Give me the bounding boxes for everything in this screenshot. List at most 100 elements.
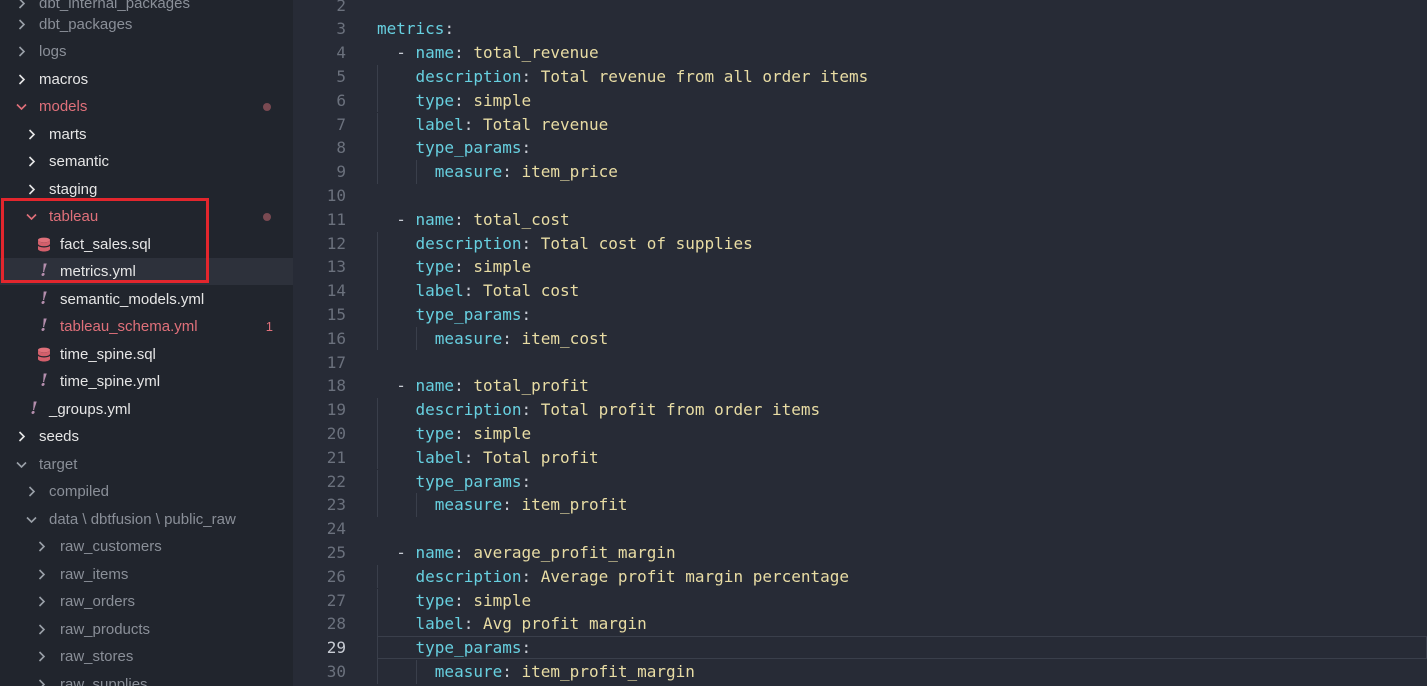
tree-folder-raw-stores[interactable]: raw_stores: [0, 643, 293, 670]
tree-folder-logs[interactable]: logs: [0, 38, 293, 65]
code-editor[interactable]: 2 3 metrics: 4 - name: total_revenue 5 descr…: [293, 0, 1427, 686]
tree-label: tableau_schema.yml: [60, 318, 198, 335]
code-line[interactable]: 2: [293, 0, 1427, 17]
code-line[interactable]: 5 description: Total revenue from all or…: [293, 64, 1427, 89]
tree-folder-dbt-packages[interactable]: dbt_packages: [0, 11, 293, 38]
code-line[interactable]: 30 measure: item_profit_margin: [293, 659, 1427, 684]
tree-folder-marts[interactable]: marts: [0, 121, 293, 148]
code-line[interactable]: 24: [293, 517, 1427, 541]
code-text: label: Total cost: [377, 279, 1427, 303]
yaml-key: measure: [434, 162, 503, 182]
tree-folder-raw-customers[interactable]: raw_customers: [0, 533, 293, 560]
line-number: 2: [336, 0, 346, 15]
code-line[interactable]: 10: [293, 184, 1427, 208]
code-line[interactable]: 9 measure: item_price: [293, 160, 1427, 184]
code-line[interactable]: 17: [293, 351, 1427, 375]
yaml-value: Average profit margin percentage: [540, 566, 850, 586]
yaml-colon: :: [454, 542, 464, 562]
tree-folder-raw-items[interactable]: raw_items: [0, 561, 293, 588]
yaml-value: simple: [473, 423, 532, 443]
code-line[interactable]: 23 measure: item_profit: [293, 493, 1427, 518]
code-line[interactable]: 27 type: simple: [293, 588, 1427, 613]
tree-folder-macros[interactable]: macros: [0, 66, 293, 93]
code-line[interactable]: 11 - name: total_cost: [293, 208, 1427, 232]
modified-indicator-dot: [263, 213, 271, 221]
code-line[interactable]: 21 label: Total profit: [293, 445, 1427, 470]
code-line[interactable]: 8 type_params:: [293, 136, 1427, 161]
tree-folder-raw-products[interactable]: raw_products: [0, 616, 293, 643]
chevron-right-icon: [18, 38, 32, 57]
line-number: 23: [326, 495, 346, 515]
yaml-colon: :: [463, 281, 474, 301]
yaml-key: description: [415, 233, 522, 253]
yaml-key: description: [415, 566, 522, 586]
tree-folder-compiled[interactable]: compiled: [0, 478, 293, 505]
line-number: 25: [326, 542, 346, 562]
code-line[interactable]: 16 measure: item_cost: [293, 326, 1427, 351]
code-text: type: simple: [377, 89, 1427, 113]
tree-file-fact-sales-sql[interactable]: fact_sales.sql: [0, 231, 293, 258]
code-line[interactable]: 20 type: simple: [293, 421, 1427, 446]
yaml-value: simple: [473, 257, 532, 277]
code-text: description: Total revenue from all orde…: [377, 65, 1427, 89]
code-line[interactable]: 14 label: Total cost: [293, 279, 1427, 303]
yaml-list-dash: -: [396, 43, 416, 63]
chevron-down-icon: [26, 203, 40, 221]
tree-file-groups-yml[interactable]: ! _groups.yml: [0, 396, 293, 423]
line-number: 20: [326, 423, 346, 443]
line-number: 17: [326, 352, 346, 372]
code-text: type_params:: [377, 470, 1427, 494]
line-number: 7: [336, 114, 346, 134]
code-line[interactable]: 13 type: simple: [293, 255, 1427, 280]
tree-file-metrics-yml[interactable]: ! metrics.yml: [0, 258, 293, 285]
tree-folder-staging[interactable]: staging: [0, 176, 293, 203]
code-line[interactable]: 12 description: Total cost of supplies: [293, 231, 1427, 256]
code-line[interactable]: 29 type_params:: [293, 636, 1427, 660]
code-line[interactable]: 18 - name: total_profit: [293, 374, 1427, 398]
yaml-key: description: [415, 400, 522, 420]
tree-file-semantic-models-yml[interactable]: ! semantic_models.yml: [0, 286, 293, 313]
code-text: type_params:: [377, 303, 1427, 327]
yaml-colon: :: [454, 376, 464, 396]
yaml-value: item_profit: [521, 495, 628, 515]
tree-folder-semantic[interactable]: semantic: [0, 148, 293, 175]
code-line[interactable]: 4 - name: total_revenue: [293, 41, 1427, 65]
yaml-key: type: [415, 423, 455, 443]
yaml-key: type_params: [415, 471, 522, 491]
tree-folder-target[interactable]: target: [0, 451, 293, 478]
yaml-value: total_revenue: [473, 43, 599, 63]
chevron-right-icon: [38, 643, 52, 662]
code-line[interactable]: 19 description: Total profit from order …: [293, 398, 1427, 422]
yaml-key: name: [415, 376, 455, 396]
tree-folder-data-dbtfusion-public-raw[interactable]: data \ dbtfusion \ public_raw: [0, 506, 293, 533]
code-text: - name: average_profit_margin: [377, 541, 1427, 565]
tree-folder-seeds[interactable]: seeds: [0, 423, 293, 450]
tree-file-time-spine-sql[interactable]: time_spine.sql: [0, 341, 293, 368]
code-line[interactable]: 25 - name: average_profit_margin: [293, 541, 1427, 565]
problem-count-badge: 1: [265, 319, 273, 334]
tree-folder-tableau[interactable]: tableau: [0, 203, 293, 230]
code-line[interactable]: 7 label: Total revenue: [293, 112, 1427, 137]
yaml-colon: :: [444, 19, 455, 39]
code-line[interactable]: 3 metrics:: [293, 17, 1427, 41]
yaml-key: measure: [434, 661, 503, 681]
code-line[interactable]: 6 type: simple: [293, 88, 1427, 113]
tree-folder-raw-orders[interactable]: raw_orders: [0, 588, 293, 615]
tree-label: data \ dbtfusion \ public_raw: [49, 511, 236, 528]
yaml-value: Avg profit margin: [482, 614, 647, 634]
yaml-colon: :: [502, 328, 512, 348]
tree-folder-raw-supplies[interactable]: raw_supplies: [0, 671, 293, 686]
tree-folder-models[interactable]: models: [0, 93, 293, 120]
yaml-value: item_price: [521, 162, 618, 182]
code-line[interactable]: 26 description: Average profit margin pe…: [293, 564, 1427, 589]
code-line[interactable]: 15 type_params:: [293, 302, 1427, 327]
tree-file-tableau-schema-yml[interactable]: ! tableau_schema.yml 1: [0, 313, 293, 340]
tree-file-time-spine-yml[interactable]: ! time_spine.yml: [0, 368, 293, 395]
yaml-key: label: [415, 281, 464, 301]
yaml-value: average_profit_margin: [473, 542, 676, 562]
database-icon: [36, 341, 52, 371]
code-line[interactable]: 28 label: Avg profit margin: [293, 612, 1427, 637]
code-line[interactable]: 22 type_params:: [293, 469, 1427, 494]
chevron-right-icon: [28, 478, 42, 497]
code-text: - name: total_revenue: [377, 41, 1427, 65]
